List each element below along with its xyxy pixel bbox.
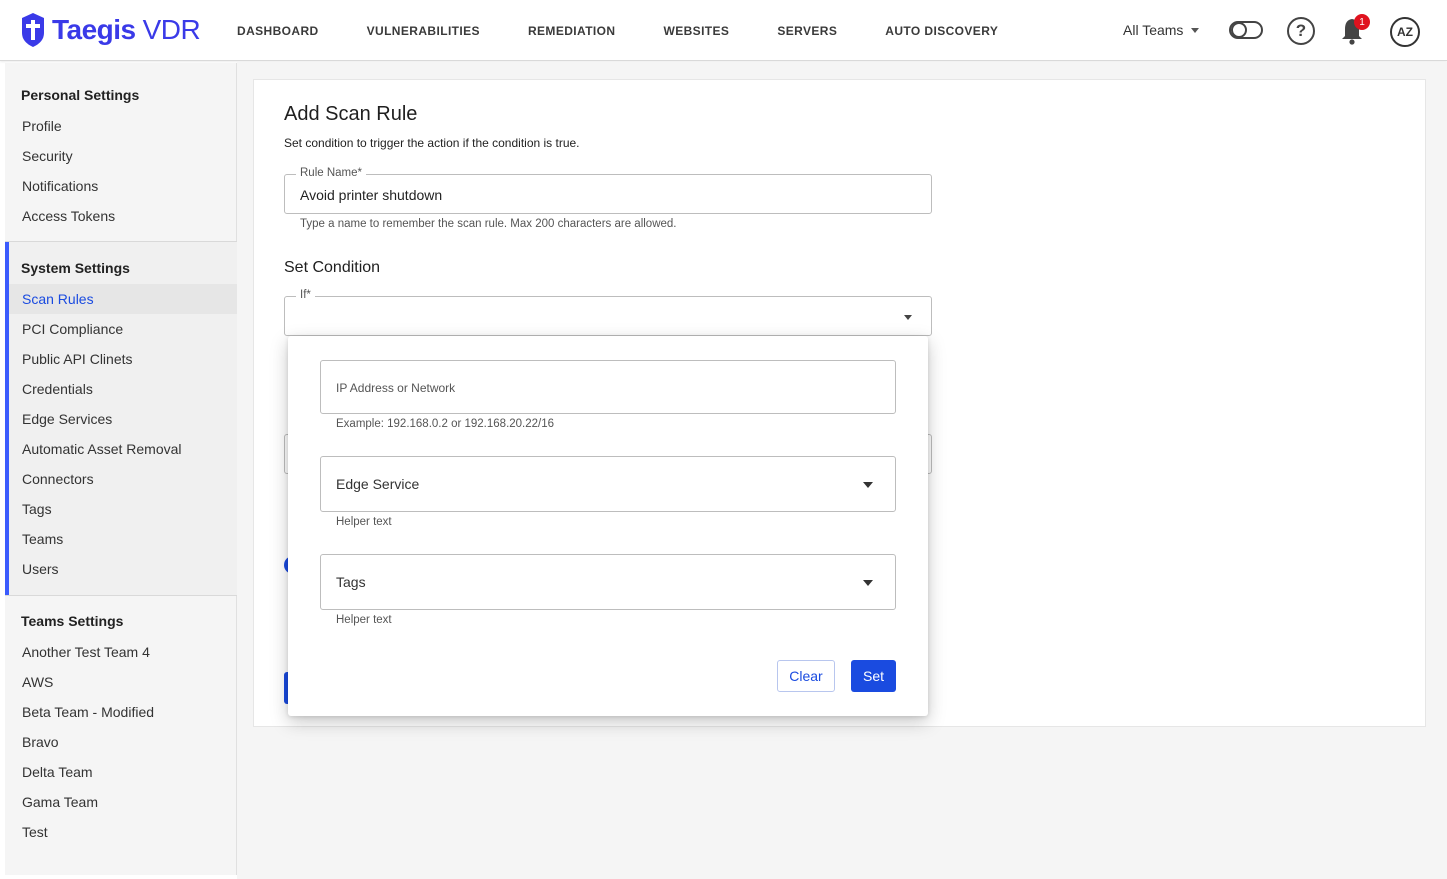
toggle-knob bbox=[1231, 22, 1247, 38]
taegis-logo-icon bbox=[22, 13, 44, 47]
team-selector-label: All Teams bbox=[1123, 22, 1184, 38]
sidebar-item-notifications[interactable]: Notifications bbox=[5, 171, 237, 201]
edge-service-select[interactable]: Edge Service bbox=[320, 456, 896, 512]
tags-select[interactable]: Tags bbox=[320, 554, 896, 610]
nav-remediation[interactable]: REMEDIATION bbox=[528, 24, 616, 38]
if-condition-select[interactable]: If* bbox=[284, 289, 932, 336]
set-button[interactable]: Set bbox=[851, 660, 896, 692]
tags-helper: Helper text bbox=[336, 614, 392, 626]
nav-websites[interactable]: WEBSITES bbox=[663, 24, 729, 38]
taegis-logo[interactable]: Taegis VDR bbox=[20, 13, 201, 47]
dark-mode-toggle[interactable] bbox=[1229, 21, 1263, 39]
sidebar-item-teams[interactable]: Teams bbox=[9, 524, 237, 554]
condition-popover: IP Address or Network Example: 192.168.0… bbox=[288, 336, 928, 716]
rule-name-label: Rule Name* bbox=[296, 167, 366, 179]
sidebar-divider bbox=[5, 595, 237, 596]
nav-auto-discovery[interactable]: AUTO DISCOVERY bbox=[885, 24, 998, 38]
teams-settings-heading: Teams Settings bbox=[21, 612, 124, 629]
logo-wordmark: Taegis VDR bbox=[52, 14, 201, 46]
rule-name-helper: Type a name to remember the scan rule. M… bbox=[300, 218, 677, 230]
sidebar-item-credentials[interactable]: Credentials bbox=[9, 374, 237, 404]
rule-name-value: Avoid printer shutdown bbox=[300, 187, 443, 203]
sidebar-item-team[interactable]: Gama Team bbox=[5, 787, 237, 817]
ip-address-helper: Example: 192.168.0.2 or 192.168.20.22/16 bbox=[336, 418, 555, 430]
team-selector[interactable]: All Teams bbox=[1123, 22, 1200, 38]
chevron-down-icon bbox=[863, 482, 873, 488]
page-subtitle: Set condition to trigger the action if t… bbox=[284, 136, 580, 150]
edge-service-value: Edge Service bbox=[336, 476, 420, 492]
avatar[interactable]: AZ bbox=[1390, 17, 1420, 47]
tags-value: Tags bbox=[336, 574, 366, 590]
nav-dashboard[interactable]: DASHBOARD bbox=[237, 24, 319, 38]
system-settings-group: System Settings Scan Rules PCI Complianc… bbox=[5, 242, 237, 595]
sidebar-item-tags[interactable]: Tags bbox=[9, 494, 237, 524]
sidebar-item-pci-compliance[interactable]: PCI Compliance bbox=[9, 314, 237, 344]
sidebar-item-team[interactable]: Test bbox=[5, 817, 237, 847]
rule-name-field[interactable]: Rule Name* Avoid printer shutdown bbox=[284, 167, 932, 214]
sidebar-item-team[interactable]: Another Test Team 4 bbox=[5, 637, 237, 667]
settings-sidebar: Personal Settings Profile Security Notif… bbox=[5, 63, 237, 875]
chevron-down-icon bbox=[1191, 27, 1200, 33]
sidebar-item-users[interactable]: Users bbox=[9, 554, 237, 584]
main-nav: DASHBOARD VULNERABILITIES REMEDIATION WE… bbox=[237, 0, 998, 61]
sidebar-item-team[interactable]: Delta Team bbox=[5, 757, 237, 787]
logo-brand: Taegis bbox=[52, 14, 136, 45]
sidebar-item-access-tokens[interactable]: Access Tokens bbox=[5, 201, 237, 231]
chevron-down-icon bbox=[863, 580, 873, 586]
ip-address-placeholder: IP Address or Network bbox=[336, 381, 456, 395]
sidebar-item-edge-services[interactable]: Edge Services bbox=[9, 404, 237, 434]
teams-settings-group: Teams Settings Another Test Team 4 AWS B… bbox=[5, 604, 237, 847]
help-icon[interactable]: ? bbox=[1287, 17, 1315, 45]
top-bar: Taegis VDR DASHBOARD VULNERABILITIES REME… bbox=[0, 0, 1447, 61]
sidebar-item-team[interactable]: AWS bbox=[5, 667, 237, 697]
chevron-down-icon bbox=[904, 315, 912, 320]
sidebar-item-security[interactable]: Security bbox=[5, 141, 237, 171]
notification-badge: 1 bbox=[1354, 14, 1370, 30]
ip-address-input[interactable]: IP Address or Network bbox=[320, 360, 896, 414]
clear-button[interactable]: Clear bbox=[777, 660, 835, 692]
if-label: If* bbox=[296, 289, 315, 301]
sidebar-item-team[interactable]: Beta Team - Modified bbox=[5, 697, 237, 727]
sidebar-item-public-api-clients[interactable]: Public API Clinets bbox=[9, 344, 237, 374]
nav-vulnerabilities[interactable]: VULNERABILITIES bbox=[367, 24, 480, 38]
sidebar-item-team[interactable]: Bravo bbox=[5, 727, 237, 757]
nav-servers[interactable]: SERVERS bbox=[777, 24, 837, 38]
help-glyph: ? bbox=[1295, 21, 1307, 40]
sidebar-item-automatic-asset-removal[interactable]: Automatic Asset Removal bbox=[9, 434, 237, 464]
sidebar-item-scan-rules[interactable]: Scan Rules bbox=[9, 284, 237, 314]
logo-product: VDR bbox=[142, 14, 201, 45]
personal-settings-heading: Personal Settings bbox=[21, 86, 140, 103]
edge-service-helper: Helper text bbox=[336, 516, 392, 528]
set-condition-title: Set Condition bbox=[284, 259, 381, 276]
personal-settings-group: Personal Settings Profile Security Notif… bbox=[5, 78, 237, 231]
page-title: Add Scan Rule bbox=[284, 103, 418, 125]
system-settings-heading: System Settings bbox=[21, 259, 130, 276]
sidebar-item-connectors[interactable]: Connectors bbox=[9, 464, 237, 494]
sidebar-item-profile[interactable]: Profile bbox=[5, 111, 237, 141]
